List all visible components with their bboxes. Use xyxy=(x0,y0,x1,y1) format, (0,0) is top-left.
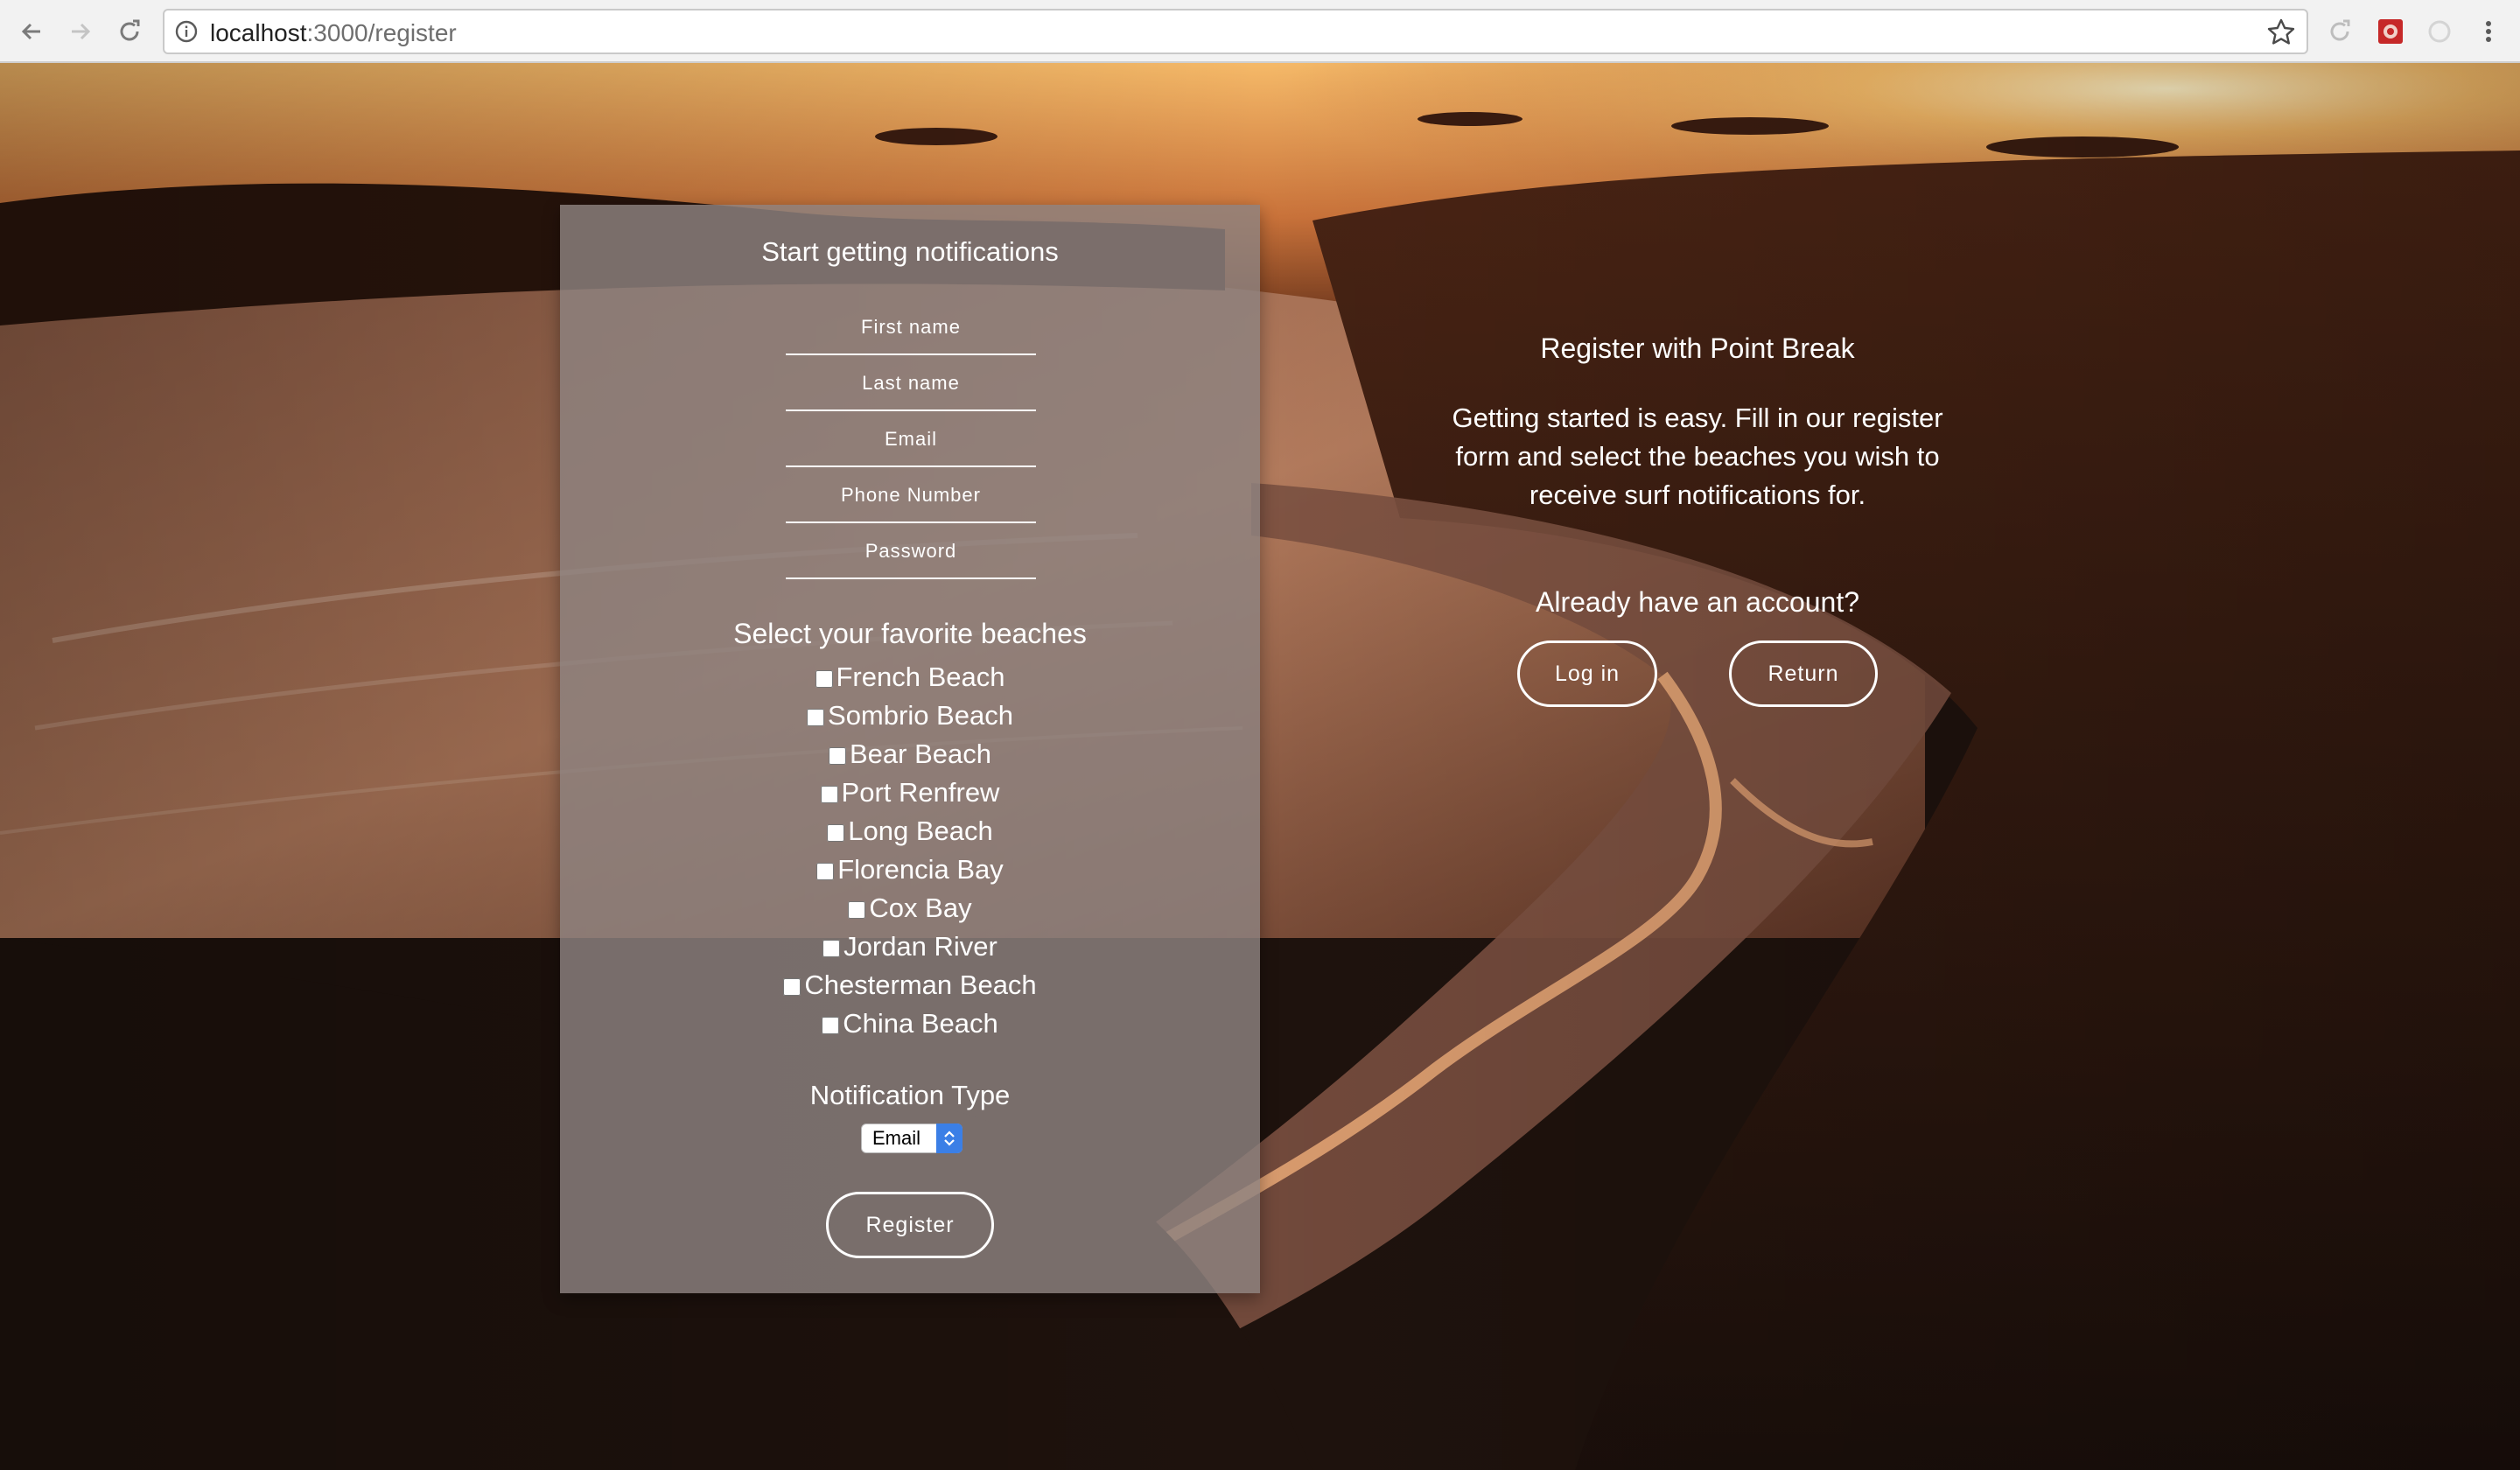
beach-checkbox[interactable] xyxy=(816,863,835,880)
url-host: localhost xyxy=(210,19,307,46)
reload-icon[interactable] xyxy=(110,12,149,51)
chevron-up-down-icon xyxy=(936,1124,962,1153)
password-field[interactable] xyxy=(786,525,1036,579)
last-name-field[interactable] xyxy=(786,357,1036,411)
register-button[interactable]: Register xyxy=(826,1192,994,1258)
notification-type-select[interactable]: Email xyxy=(861,1124,962,1153)
beach-label: Cox Bay xyxy=(869,892,972,923)
browser-toolbar: localhost:3000/register xyxy=(0,0,2520,63)
background-image xyxy=(0,63,2520,1470)
register-form-card: Start getting notifications Select your … xyxy=(560,205,1260,1293)
beach-checkbox[interactable] xyxy=(820,786,838,803)
url-text: localhost:3000/register xyxy=(210,19,457,47)
beach-label: French Beach xyxy=(836,662,1005,692)
beach-option: Jordan River xyxy=(560,928,1260,966)
email-field[interactable] xyxy=(786,413,1036,467)
beach-checkbox[interactable] xyxy=(822,1017,840,1034)
page: localhost:3000/register Start getting no… xyxy=(0,0,2520,1470)
beach-option: Bear Beach xyxy=(560,735,1260,774)
beach-option: Port Renfrew xyxy=(560,774,1260,812)
beach-option: China Beach xyxy=(560,1004,1260,1043)
beach-option: Long Beach xyxy=(560,812,1260,850)
beach-label: Bear Beach xyxy=(850,738,991,769)
first-name-field[interactable] xyxy=(786,301,1036,355)
beach-checkbox[interactable] xyxy=(848,901,866,919)
beach-label: Sombrio Beach xyxy=(828,700,1013,731)
url-path: :3000/register xyxy=(306,19,457,46)
beach-label: Chesterman Beach xyxy=(804,970,1037,1000)
info-title: Register with Point Break xyxy=(1540,332,1855,364)
notification-type-heading: Notification Type xyxy=(809,1080,1011,1110)
beach-option: Chesterman Beach xyxy=(560,966,1260,1004)
beach-label: Port Renfrew xyxy=(841,777,1000,808)
beach-checkbox[interactable] xyxy=(783,978,802,996)
beach-option: Cox Bay xyxy=(560,889,1260,928)
notification-type-value: Email xyxy=(872,1127,921,1149)
beach-checkbox[interactable] xyxy=(822,940,841,957)
beaches-heading: Select your favorite beaches xyxy=(733,618,1087,649)
beach-list: French Beach Sombrio Beach Bear Beach Po… xyxy=(560,658,1260,1043)
extension-icon[interactable] xyxy=(2324,16,2356,47)
info-text: Getting started is easy. Fill in our reg… xyxy=(1452,402,1943,510)
login-button[interactable]: Log in xyxy=(1517,640,1657,707)
back-icon[interactable] xyxy=(12,12,51,51)
form-title: Start getting notifications xyxy=(761,236,1059,267)
phone-field[interactable] xyxy=(786,469,1036,523)
beach-checkbox[interactable] xyxy=(815,670,833,688)
beach-label: Long Beach xyxy=(848,816,993,846)
menu-icon[interactable] xyxy=(2473,16,2504,47)
beach-option: Florencia Bay xyxy=(560,850,1260,889)
star-icon[interactable] xyxy=(2266,18,2296,47)
extension-icon[interactable] xyxy=(2424,16,2455,47)
return-button[interactable]: Return xyxy=(1729,640,1878,707)
beach-option: French Beach xyxy=(560,658,1260,696)
info-icon[interactable] xyxy=(175,20,198,43)
forward-icon[interactable] xyxy=(61,12,100,51)
beach-checkbox[interactable] xyxy=(827,824,845,842)
beach-option: Sombrio Beach xyxy=(560,696,1260,735)
beach-label: Jordan River xyxy=(844,931,998,962)
beach-checkbox[interactable] xyxy=(829,747,846,765)
beach-checkbox[interactable] xyxy=(807,709,825,726)
beach-label: China Beach xyxy=(843,1008,998,1039)
account-question: Already have an account? xyxy=(1535,586,1860,618)
extension-icon[interactable] xyxy=(2375,16,2406,47)
beach-label: Florencia Bay xyxy=(837,854,1004,885)
address-bar[interactable]: localhost:3000/register xyxy=(163,9,2308,54)
